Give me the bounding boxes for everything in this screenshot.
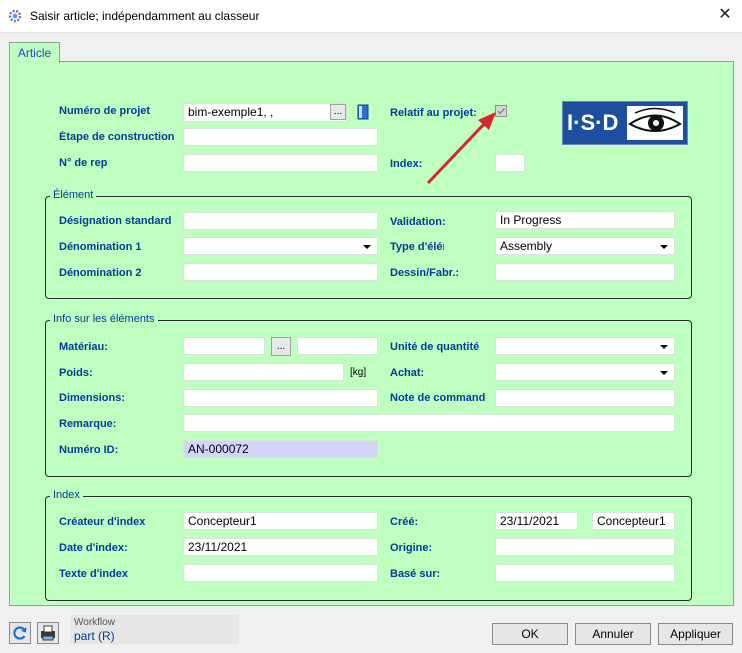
poids-field[interactable]	[183, 363, 344, 381]
numero-id-label: Numéro ID:	[59, 444, 119, 456]
denomination1-label: Dénomination 1	[59, 241, 141, 253]
note-commande-label: Note de commande	[390, 392, 486, 404]
ok-button[interactable]: OK	[492, 623, 568, 645]
createur-index-label: Créateur d'index	[59, 516, 146, 528]
annotation-arrow-icon	[426, 112, 496, 185]
base-sur-label: Basé sur:	[390, 568, 441, 580]
close-button[interactable]: ✕	[712, 3, 738, 27]
base-sur-field[interactable]	[495, 564, 675, 582]
remarque-label: Remarque:	[59, 418, 117, 430]
isd-logo: I·S·D	[562, 101, 688, 145]
workflow-box: Workflow part (R)	[70, 615, 239, 644]
cree-user-field[interactable]: Concepteur1	[592, 512, 675, 530]
achat-label: Achat:	[390, 367, 425, 379]
origine-field[interactable]	[495, 538, 675, 556]
remarque-field[interactable]	[183, 414, 675, 432]
numero-projet-label: Numéro de projet	[59, 105, 151, 117]
poids-label: Poids:	[59, 367, 93, 379]
validation-field[interactable]: In Progress	[495, 211, 675, 229]
printer-icon	[41, 625, 55, 641]
isd-logo-text: I·S·D	[567, 110, 619, 135]
date-index-field[interactable]: 23/11/2021	[183, 538, 378, 556]
workflow-caption: Workflow	[74, 617, 115, 628]
dessin-label: Dessin/Fabr.:	[390, 267, 460, 279]
type-element-label: Type d'élément	[390, 241, 444, 253]
unite-quantite-label: Unité de quantité	[390, 341, 480, 353]
texte-index-field[interactable]	[183, 564, 378, 582]
denomination1-dropdown[interactable]	[183, 237, 378, 255]
eye-icon	[628, 107, 682, 132]
achat-dropdown[interactable]	[495, 363, 675, 381]
denomination2-field[interactable]	[183, 263, 378, 281]
date-index-label: Date d'index:	[59, 542, 128, 554]
window-title: Saisir article; indépendamment au classe…	[30, 9, 260, 23]
title-bar: Saisir article; indépendamment au classe…	[0, 0, 742, 33]
refresh-icon	[13, 626, 27, 640]
eye-panel	[627, 106, 683, 140]
materiau-label: Matériau:	[59, 341, 108, 353]
designation-field[interactable]	[183, 212, 378, 230]
materiau-browse-button[interactable]: ...	[271, 337, 291, 356]
refresh-button[interactable]	[9, 622, 31, 644]
apply-button[interactable]: Appliquer	[658, 623, 733, 645]
texte-index-label: Texte d'index	[59, 568, 129, 580]
denomination2-label: Dénomination 2	[59, 267, 141, 279]
etape-construction-field[interactable]	[183, 128, 378, 146]
designation-label: Désignation standard	[59, 215, 172, 227]
dessin-field[interactable]	[495, 263, 675, 281]
cancel-button[interactable]: Annuler	[575, 623, 651, 645]
cree-label: Créé:	[390, 516, 419, 528]
dimensions-label: Dimensions:	[59, 392, 126, 404]
kg-unit-label: [kg]	[350, 367, 367, 378]
tab-article[interactable]: Article	[9, 42, 60, 63]
note-commande-field[interactable]	[495, 389, 675, 407]
validation-label: Validation:	[390, 216, 446, 228]
nrep-label: N° de rep	[59, 157, 108, 169]
index-legend: Index	[50, 489, 83, 501]
workflow-status: part (R)	[74, 629, 115, 643]
materiau-field[interactable]	[183, 337, 265, 355]
info-legend: Info sur les éléments	[50, 313, 158, 325]
cree-date-field[interactable]: 23/11/2021	[495, 512, 578, 530]
numero-id-field[interactable]: AN-000072	[183, 440, 378, 458]
gear-icon	[8, 9, 22, 23]
unite-quantite-dropdown[interactable]	[495, 337, 675, 355]
etape-construction-label: Étape de construction	[59, 131, 175, 143]
dimensions-field[interactable]	[183, 389, 378, 407]
element-legend: Élément	[50, 189, 97, 201]
type-element-dropdown[interactable]: Assembly	[495, 237, 675, 255]
print-button[interactable]	[37, 622, 59, 644]
nrep-field[interactable]	[183, 154, 378, 172]
numero-projet-field[interactable]: bim-exemple1, ,	[183, 103, 347, 122]
browse-project-button[interactable]: ...	[330, 104, 346, 120]
createur-index-field[interactable]: Concepteur1	[183, 512, 378, 530]
materiau-extra-field[interactable]	[297, 337, 378, 355]
book-icon[interactable]	[357, 104, 369, 120]
origine-label: Origine:	[390, 542, 433, 554]
